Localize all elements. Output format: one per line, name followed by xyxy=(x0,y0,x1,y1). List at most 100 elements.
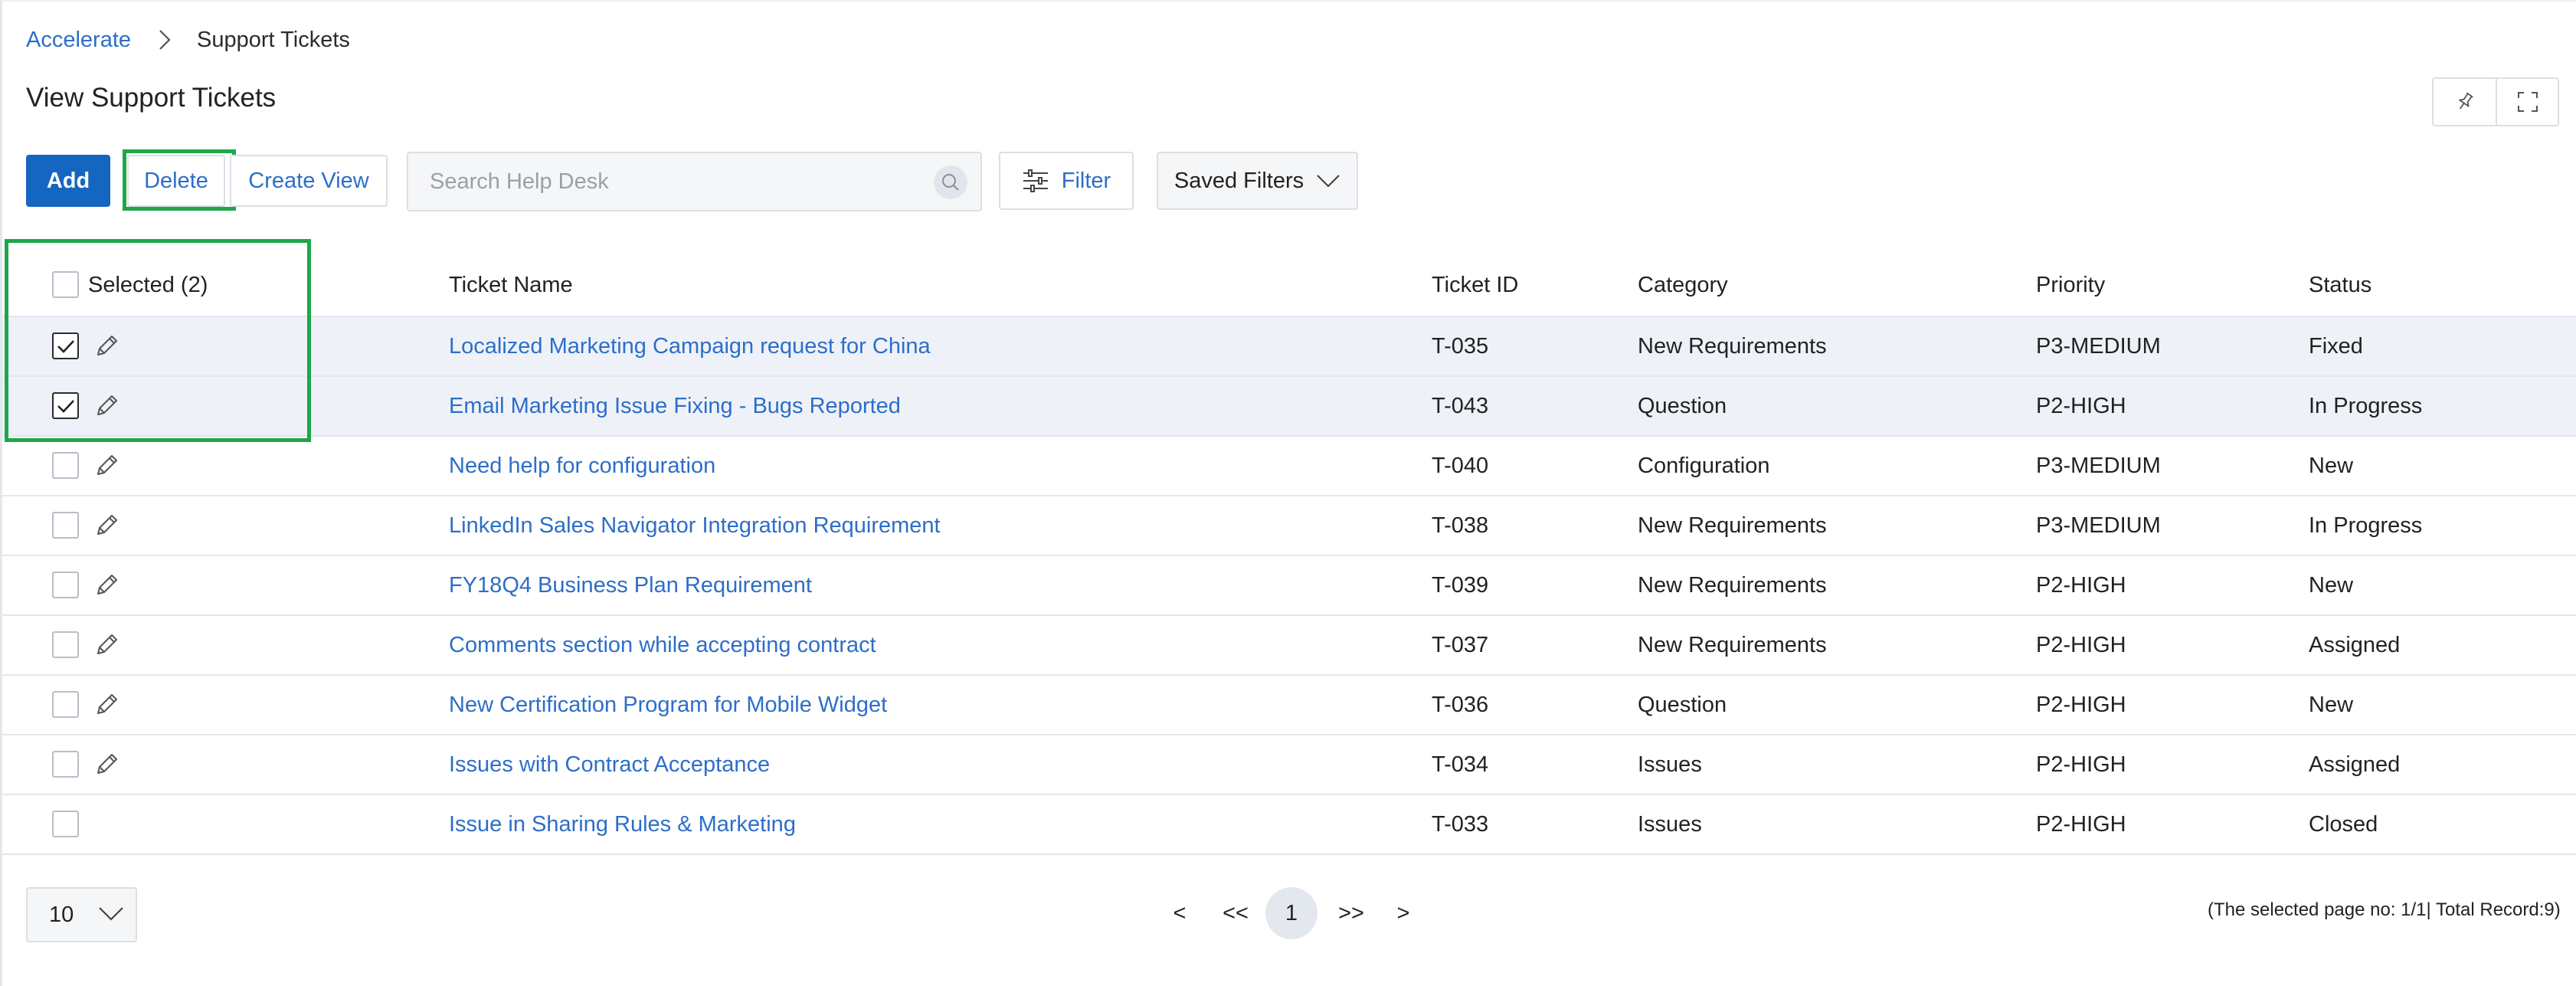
chevron-right-icon xyxy=(148,26,182,54)
chevron-down-icon xyxy=(99,907,123,921)
fullscreen-icon[interactable] xyxy=(2496,79,2558,125)
prev-page-button[interactable]: < xyxy=(1170,886,1189,940)
row-checkbox[interactable] xyxy=(52,811,79,837)
ticket-id: T-040 xyxy=(1432,453,1489,478)
saved-filters-label: Saved Filters xyxy=(1173,168,1304,193)
column-header-category[interactable]: Category xyxy=(1638,253,1728,317)
first-page-button[interactable]: << xyxy=(1218,886,1253,940)
row-checkbox[interactable] xyxy=(52,751,79,778)
table-body: Localized Marketing Campaign request for… xyxy=(2,317,2576,855)
ticket-id: T-035 xyxy=(1432,333,1489,359)
ticket-priority: P3-MEDIUM xyxy=(2036,513,2161,538)
edit-pencil-icon[interactable] xyxy=(92,631,121,660)
ticket-priority: P2-HIGH xyxy=(2036,752,2126,777)
ticket-name-link[interactable]: Need help for configuration xyxy=(449,437,715,495)
filter-label: Filter xyxy=(1061,168,1111,193)
table-row[interactable]: Issue in Sharing Rules & Marketing T-033 I… xyxy=(2,795,2576,855)
ticket-id: T-043 xyxy=(1432,393,1489,418)
saved-filters-dropdown[interactable]: Saved Filters xyxy=(1157,152,1358,210)
highlight-box-delete xyxy=(123,149,236,211)
ticket-category: New Requirements xyxy=(1638,333,1827,359)
ticket-name-link[interactable]: LinkedIn Sales Navigator Integration Req… xyxy=(449,496,941,555)
ticket-priority: P3-MEDIUM xyxy=(2036,453,2161,478)
ticket-category: Configuration xyxy=(1638,453,1770,478)
table-row[interactable]: Email Marketing Issue Fixing - Bugs Repo… xyxy=(2,377,2576,437)
ticket-status: Fixed xyxy=(2309,333,2363,359)
column-header-ticket-id[interactable]: Ticket ID xyxy=(1432,253,1518,317)
ticket-id: T-033 xyxy=(1432,811,1489,837)
current-page-button[interactable]: 1 xyxy=(1265,887,1317,939)
breadcrumb: Accelerate Support Tickets xyxy=(26,26,350,54)
edit-pencil-icon[interactable] xyxy=(92,511,121,540)
page-size-value: 10 xyxy=(49,902,74,927)
row-checkbox[interactable] xyxy=(52,572,79,598)
pagination-summary: (The selected page no: 1/1| Total Record… xyxy=(2208,899,2561,920)
filter-sliders-icon xyxy=(1023,169,1048,192)
ticket-priority: P2-HIGH xyxy=(2036,692,2126,717)
ticket-name-link[interactable]: Issues with Contract Acceptance xyxy=(449,735,770,794)
add-button[interactable]: Add xyxy=(26,155,110,207)
table-row[interactable]: Issues with Contract Acceptance T-034 Issu… xyxy=(2,735,2576,795)
ticket-id: T-039 xyxy=(1432,572,1489,598)
highlight-box-selected-rows xyxy=(5,239,311,442)
pin-icon[interactable] xyxy=(2434,79,2496,125)
table-row[interactable]: Localized Marketing Campaign request for… xyxy=(2,317,2576,377)
row-checkbox[interactable] xyxy=(52,631,79,658)
table-header: Selected (2) Ticket Name Ticket ID Categ… xyxy=(2,253,2576,317)
ticket-priority: P2-HIGH xyxy=(2036,572,2126,598)
ticket-name-link[interactable]: FY18Q4 Business Plan Requirement xyxy=(449,556,812,614)
ticket-category: New Requirements xyxy=(1638,513,1827,538)
edit-pencil-icon[interactable] xyxy=(92,690,121,719)
ticket-category: Issues xyxy=(1638,752,1702,777)
edit-pencil-icon[interactable] xyxy=(92,571,121,600)
next-page-button[interactable]: > xyxy=(1394,886,1412,940)
search-box xyxy=(407,152,982,211)
chevron-down-icon xyxy=(1317,175,1340,188)
window-controls xyxy=(2432,77,2559,126)
last-page-button[interactable]: >> xyxy=(1334,886,1369,940)
page-size-select[interactable]: 10 xyxy=(26,887,137,942)
ticket-id: T-036 xyxy=(1432,692,1489,717)
ticket-priority: P3-MEDIUM xyxy=(2036,333,2161,359)
ticket-status: In Progress xyxy=(2309,393,2423,418)
create-view-button[interactable]: Create View xyxy=(230,155,388,207)
ticket-name-link[interactable]: Comments section while accepting contrac… xyxy=(449,616,876,674)
breadcrumb-current: Support Tickets xyxy=(197,27,350,52)
ticket-name-link[interactable]: Issue in Sharing Rules & Marketing xyxy=(449,795,796,853)
filter-button[interactable]: Filter xyxy=(999,152,1134,210)
ticket-category: New Requirements xyxy=(1638,632,1827,657)
ticket-status: New xyxy=(2309,692,2354,717)
page-title: View Support Tickets xyxy=(26,83,277,113)
breadcrumb-root-link[interactable]: Accelerate xyxy=(26,28,131,53)
ticket-category: Question xyxy=(1638,692,1727,717)
tickets-table: Selected (2) Ticket Name Ticket ID Categ… xyxy=(2,253,2576,855)
ticket-priority: P2-HIGH xyxy=(2036,393,2126,418)
ticket-status: New xyxy=(2309,453,2354,478)
ticket-priority: P2-HIGH xyxy=(2036,632,2126,657)
ticket-status: Closed xyxy=(2309,811,2378,837)
search-icon[interactable] xyxy=(934,165,967,199)
ticket-category: New Requirements xyxy=(1638,572,1827,598)
ticket-id: T-037 xyxy=(1432,632,1489,657)
table-row[interactable]: FY18Q4 Business Plan Requirement T-039 New… xyxy=(2,556,2576,616)
column-header-status[interactable]: Status xyxy=(2309,253,2371,317)
column-header-priority[interactable]: Priority xyxy=(2036,253,2105,317)
edit-pencil-icon[interactable] xyxy=(92,451,121,480)
ticket-name-link[interactable]: Localized Marketing Campaign request for… xyxy=(449,317,931,375)
table-row[interactable]: Need help for configuration T-040 Configur… xyxy=(2,437,2576,496)
row-checkbox[interactable] xyxy=(52,452,79,479)
table-row[interactable]: Comments section while accepting contrac… xyxy=(2,616,2576,676)
ticket-status: Assigned xyxy=(2309,632,2401,657)
edit-pencil-icon[interactable] xyxy=(92,750,121,779)
search-input[interactable] xyxy=(430,153,920,210)
row-checkbox[interactable] xyxy=(52,512,79,539)
ticket-id: T-034 xyxy=(1432,752,1489,777)
ticket-name-link[interactable]: New Certification Program for Mobile Wid… xyxy=(449,676,887,734)
ticket-name-link[interactable]: Email Marketing Issue Fixing - Bugs Repo… xyxy=(449,377,901,435)
ticket-category: Question xyxy=(1638,393,1727,418)
column-header-ticket-name[interactable]: Ticket Name xyxy=(449,253,573,317)
ticket-priority: P2-HIGH xyxy=(2036,811,2126,837)
table-row[interactable]: LinkedIn Sales Navigator Integration Req… xyxy=(2,496,2576,556)
table-row[interactable]: New Certification Program for Mobile Wid… xyxy=(2,676,2576,735)
row-checkbox[interactable] xyxy=(52,691,79,718)
